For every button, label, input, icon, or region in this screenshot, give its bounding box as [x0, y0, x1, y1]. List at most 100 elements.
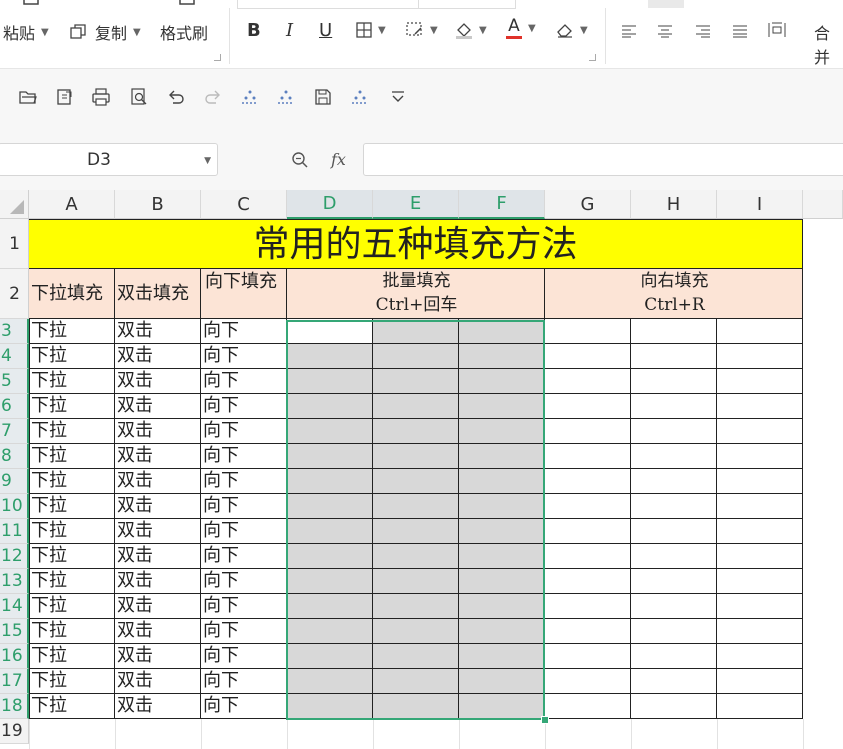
cell-c16[interactable]: 向下	[201, 644, 287, 669]
cell-f6[interactable]	[459, 394, 545, 419]
sort-ascending-icon[interactable]	[240, 87, 260, 107]
cell-c5[interactable]: 向下	[201, 369, 287, 394]
cell-d10[interactable]	[287, 494, 373, 519]
cell-f10[interactable]	[459, 494, 545, 519]
cell-a10[interactable]: 下拉	[29, 494, 115, 519]
cell-i9[interactable]	[717, 469, 803, 494]
fx-button[interactable]: fx	[331, 150, 346, 169]
cell-d11[interactable]	[287, 519, 373, 544]
cell-e5[interactable]	[373, 369, 459, 394]
cell-b5[interactable]: 双击	[115, 369, 201, 394]
cell-a11[interactable]: 下拉	[29, 519, 115, 544]
cell-g4[interactable]	[545, 344, 631, 369]
copy-button[interactable]: 复制 ▼	[70, 20, 141, 44]
cell-d7[interactable]	[287, 419, 373, 444]
cell-f3[interactable]	[459, 319, 545, 344]
cell-d14[interactable]	[287, 594, 373, 619]
cell-b16[interactable]: 双击	[115, 644, 201, 669]
cell-h3[interactable]	[631, 319, 717, 344]
cell-d9[interactable]	[287, 469, 373, 494]
cell-g8[interactable]	[545, 444, 631, 469]
column-header-a[interactable]: A	[29, 190, 115, 219]
chevron-down-icon[interactable]: ▼	[378, 25, 386, 36]
cell-d15[interactable]	[287, 619, 373, 644]
cell-b7[interactable]: 双击	[115, 419, 201, 444]
cell-h7[interactable]	[631, 419, 717, 444]
cell-e9[interactable]	[373, 469, 459, 494]
cell-c11[interactable]: 向下	[201, 519, 287, 544]
column-header-b[interactable]: B	[115, 190, 201, 219]
cell-i18[interactable]	[717, 694, 803, 719]
header-cell-g2-merged[interactable]: 向右填充 Ctrl+R	[545, 269, 803, 319]
cell-e15[interactable]	[373, 619, 459, 644]
chevron-down-icon[interactable]: ▼	[528, 23, 536, 34]
cell-e8[interactable]	[373, 444, 459, 469]
row-header-18[interactable]: 18	[0, 694, 29, 719]
cell-h5[interactable]	[631, 369, 717, 394]
row-header-17[interactable]: 17	[0, 669, 29, 694]
cell-h12[interactable]	[631, 544, 717, 569]
cell-a12[interactable]: 下拉	[29, 544, 115, 569]
cell-g12[interactable]	[545, 544, 631, 569]
cell-c3[interactable]: 向下	[201, 319, 287, 344]
cell-g11[interactable]	[545, 519, 631, 544]
cell-a8[interactable]: 下拉	[29, 444, 115, 469]
select-all-corner[interactable]	[0, 190, 29, 219]
cell-f16[interactable]	[459, 644, 545, 669]
cell-b13[interactable]: 双击	[115, 569, 201, 594]
row-header-13[interactable]: 13	[0, 569, 29, 594]
cell-i14[interactable]	[717, 594, 803, 619]
cell-f4[interactable]	[459, 344, 545, 369]
cell-e10[interactable]	[373, 494, 459, 519]
column-header-i[interactable]: I	[717, 190, 803, 219]
cell-e17[interactable]	[373, 669, 459, 694]
name-box[interactable]: D3 ▼	[0, 143, 218, 176]
cell-e12[interactable]	[373, 544, 459, 569]
cell-e16[interactable]	[373, 644, 459, 669]
row-header-10[interactable]: 10	[0, 494, 29, 519]
column-header-e[interactable]: E	[373, 190, 459, 219]
cell-a9[interactable]: 下拉	[29, 469, 115, 494]
filter-icon[interactable]	[350, 87, 370, 107]
print-icon[interactable]	[91, 87, 111, 107]
cell-b14[interactable]: 双击	[115, 594, 201, 619]
cell-e11[interactable]	[373, 519, 459, 544]
row-header-11[interactable]: 11	[0, 519, 29, 544]
paste-icon[interactable]	[22, 0, 40, 6]
cell-h8[interactable]	[631, 444, 717, 469]
cell-c8[interactable]: 向下	[201, 444, 287, 469]
cell-i10[interactable]	[717, 494, 803, 519]
column-header-c[interactable]: C	[201, 190, 287, 219]
row-header-8[interactable]: 8	[0, 444, 29, 469]
cell-d8[interactable]	[287, 444, 373, 469]
cell-c18[interactable]: 向下	[201, 694, 287, 719]
cell-a6[interactable]: 下拉	[29, 394, 115, 419]
cell-a13[interactable]: 下拉	[29, 569, 115, 594]
cell-g14[interactable]	[545, 594, 631, 619]
column-header-h[interactable]: H	[631, 190, 717, 219]
cell-a17[interactable]: 下拉	[29, 669, 115, 694]
row-header-4[interactable]: 4	[0, 344, 29, 369]
cell-d12[interactable]	[287, 544, 373, 569]
cell-i4[interactable]	[717, 344, 803, 369]
header-cell-c2[interactable]: 向下填充	[201, 269, 287, 319]
cell-i15[interactable]	[717, 619, 803, 644]
row-header-9[interactable]: 9	[0, 469, 29, 494]
cell-c15[interactable]: 向下	[201, 619, 287, 644]
align-left-button[interactable]	[621, 24, 637, 38]
cell-h16[interactable]	[631, 644, 717, 669]
cell-c17[interactable]: 向下	[201, 669, 287, 694]
cell-h10[interactable]	[631, 494, 717, 519]
cell-c10[interactable]: 向下	[201, 494, 287, 519]
sort-descending-icon[interactable]	[276, 87, 296, 107]
font-size-box[interactable]	[418, 0, 516, 9]
cell-g17[interactable]	[545, 669, 631, 694]
align-top-button[interactable]	[648, 0, 684, 8]
cell-f13[interactable]	[459, 569, 545, 594]
row-header-14[interactable]: 14	[0, 594, 29, 619]
format-painter-icon[interactable]	[178, 0, 196, 6]
cell-b17[interactable]: 双击	[115, 669, 201, 694]
border-button[interactable]: ▼	[356, 22, 386, 38]
cell-a16[interactable]: 下拉	[29, 644, 115, 669]
cell-f12[interactable]	[459, 544, 545, 569]
